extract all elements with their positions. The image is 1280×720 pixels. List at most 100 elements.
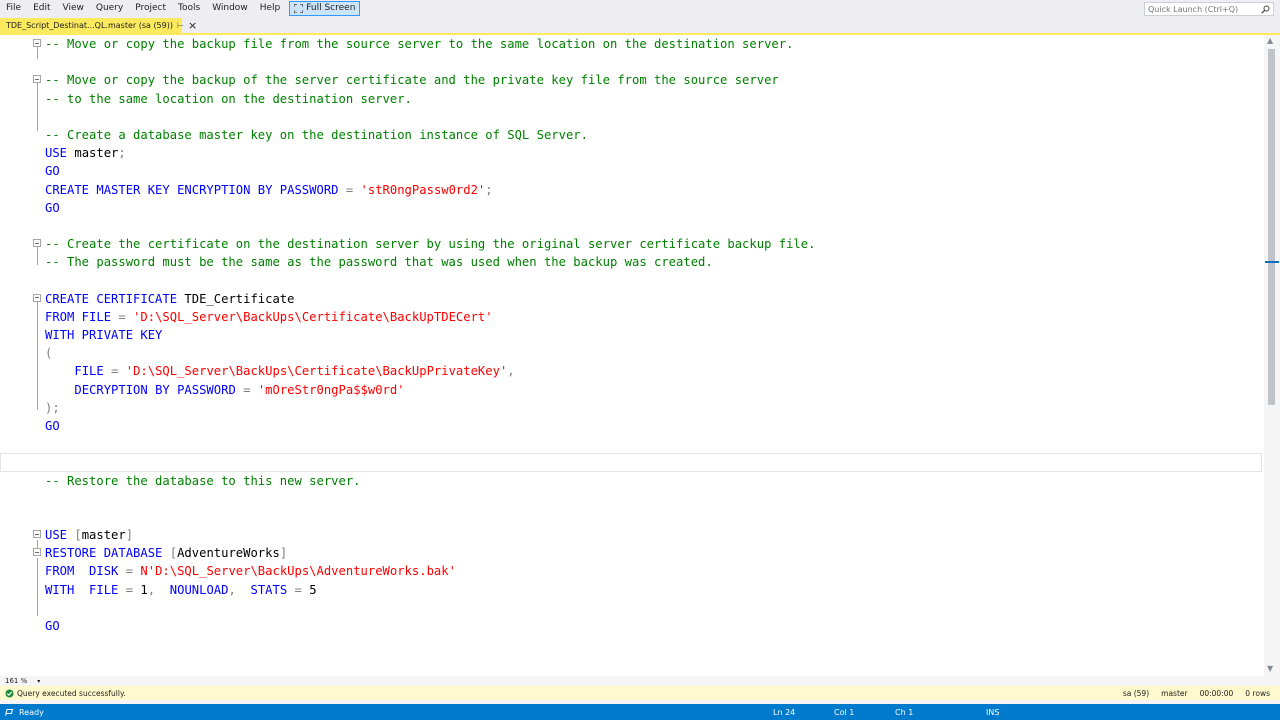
query-status-info: sa (59) master 00:00:00 0 rows <box>1123 689 1270 698</box>
code-line[interactable]: FROM FILE = 'D:\SQL_Server\BackUps\Certi… <box>0 308 1262 326</box>
close-tab-icon[interactable]: × <box>188 20 197 31</box>
code-line[interactable] <box>0 271 1262 289</box>
code-line[interactable]: CREATE CERTIFICATE TDE_Certificate <box>0 290 1262 308</box>
code-line[interactable]: -- Create the certificate on the destina… <box>0 235 1262 253</box>
menu-query[interactable]: Query <box>90 0 129 16</box>
code-line[interactable]: -- to the same location on the destinati… <box>0 90 1262 108</box>
code-line[interactable]: CREATE MASTER KEY ENCRYPTION BY PASSWORD… <box>0 181 1262 199</box>
collapse-icon[interactable] <box>33 75 41 84</box>
code-line[interactable]: FROM DISK = N'D:\SQL_Server\BackUps\Adve… <box>0 562 1262 580</box>
scroll-down-icon[interactable]: ▼ <box>1267 664 1273 673</box>
login-info: sa (59) <box>1122 688 1150 698</box>
full-screen-icon <box>294 3 304 13</box>
code-line[interactable]: WITH FILE = 1, NOUNLOAD, STATS = 5 <box>0 581 1262 599</box>
code-line[interactable]: GO <box>0 162 1262 180</box>
menu-file[interactable]: File <box>0 0 27 16</box>
code-line[interactable] <box>0 108 1262 126</box>
code-token: FROM FILE <box>45 309 119 324</box>
row-count: 0 rows <box>1245 688 1270 698</box>
app-status-bar: Ready Ln 24 Col 1 Ch 1 INS <box>0 704 1280 720</box>
collapse-icon[interactable] <box>33 548 41 557</box>
code-token: 'stR0ngPassw0rd2' <box>360 182 486 197</box>
code-line[interactable] <box>0 508 1262 526</box>
code-token: ( <box>45 346 53 361</box>
code-line[interactable]: ); <box>0 399 1262 417</box>
menu-view[interactable]: View <box>57 0 90 16</box>
code-line[interactable]: USE [master] <box>0 526 1262 544</box>
menu-project[interactable]: Project <box>129 0 172 16</box>
code-line[interactable]: -- The password must be the same as the … <box>0 253 1262 271</box>
code-token: , <box>507 364 515 379</box>
code-line[interactable] <box>0 217 1262 235</box>
collapse-icon[interactable] <box>33 39 41 47</box>
code-area[interactable]: -- Move or copy the backup file from the… <box>0 35 1262 635</box>
code-token: ] <box>279 546 288 561</box>
code-token: ] <box>125 528 134 543</box>
code-line[interactable] <box>0 453 1262 471</box>
code-line[interactable]: ( <box>0 344 1262 362</box>
line-number: Ln 24 <box>773 707 796 717</box>
code-token: = <box>118 309 134 324</box>
chevron-down-icon[interactable]: ▾ <box>37 678 40 685</box>
code-line[interactable]: -- Restore the database to this new serv… <box>0 472 1262 490</box>
code-token: ; <box>118 146 126 161</box>
code-line[interactable]: WITH PRIVATE KEY <box>0 326 1262 344</box>
code-line[interactable]: DECRYPTION BY PASSWORD = 'mOreStr0ngPa$$… <box>0 381 1262 399</box>
query-status-message: Query executed successfully. <box>17 688 126 698</box>
code-line[interactable] <box>0 53 1262 71</box>
code-token: WITH FILE <box>45 582 126 597</box>
code-line[interactable] <box>0 490 1262 508</box>
document-tab-bar: TDE_Script_Destinat...QL.master (sa (59)… <box>0 16 1280 35</box>
code-line[interactable]: GO <box>0 417 1262 435</box>
code-token: USE <box>45 146 75 161</box>
code-token: = <box>111 364 126 379</box>
code-token: ; <box>485 182 493 197</box>
scroll-thumb[interactable] <box>1268 49 1275 405</box>
quick-launch-input[interactable] <box>1145 4 1259 14</box>
code-token: WITH PRIVATE KEY <box>45 328 163 342</box>
scroll-up-icon[interactable]: ▲ <box>1267 36 1273 45</box>
menu-help[interactable]: Help <box>254 0 287 16</box>
code-line[interactable]: GO <box>0 617 1262 635</box>
quick-launch[interactable] <box>1144 2 1274 16</box>
code-token: CREATE MASTER KEY ENCRYPTION BY PASSWORD <box>45 182 346 197</box>
menu-tools[interactable]: Tools <box>172 0 206 16</box>
menu-edit[interactable]: Edit <box>27 0 56 16</box>
code-line[interactable]: USE master; <box>0 144 1262 162</box>
code-line[interactable]: -- Move or copy the backup file from the… <box>0 35 1262 53</box>
document-tab[interactable]: TDE_Script_Destinat...QL.master (sa (59)… <box>0 18 197 33</box>
code-token: = <box>125 564 141 579</box>
code-token: AdventureWorks <box>177 546 280 561</box>
code-line[interactable] <box>0 435 1262 453</box>
collapse-icon[interactable] <box>33 530 41 539</box>
search-icon <box>1261 5 1270 14</box>
code-line[interactable]: GO <box>0 199 1262 217</box>
zoom-level[interactable]: 161 % <box>5 677 27 685</box>
code-line[interactable]: FILE = 'D:\SQL_Server\BackUps\Certificat… <box>0 362 1262 380</box>
code-token: = <box>294 582 310 597</box>
code-token: -- Restore the database to this new serv… <box>45 473 361 488</box>
pin-icon[interactable]: ⊢ <box>177 21 184 30</box>
vertical-scrollbar[interactable]: ▲ ▼ <box>1264 35 1280 676</box>
code-line[interactable] <box>0 599 1262 617</box>
code-token: FILE <box>74 364 112 379</box>
code-token: 'D:\SQL_Server\BackUps\Certificate\BackU… <box>133 309 493 324</box>
code-token: [ <box>74 528 82 543</box>
collapse-icon[interactable] <box>33 239 41 248</box>
code-line[interactable]: -- Move or copy the backup of the server… <box>0 71 1262 89</box>
elapsed-time: 00:00:00 <box>1199 688 1234 698</box>
code-line[interactable]: -- Create a database master key on the d… <box>0 126 1262 144</box>
full-screen-label: Full Screen <box>306 2 356 13</box>
column-number: Col 1 <box>834 707 855 717</box>
query-editor[interactable]: -- Move or copy the backup file from the… <box>0 35 1264 676</box>
code-token: master <box>74 146 119 161</box>
full-screen-button[interactable]: Full Screen <box>289 0 361 16</box>
code-token: -- to the same location on the destinati… <box>45 91 412 106</box>
collapse-icon[interactable] <box>33 293 41 302</box>
code-token: FROM DISK <box>45 564 126 579</box>
code-token: -- Create a database master key on the d… <box>45 127 588 142</box>
code-line[interactable]: RESTORE DATABASE [AdventureWorks] <box>0 544 1262 562</box>
menu-window[interactable]: Window <box>206 0 254 16</box>
